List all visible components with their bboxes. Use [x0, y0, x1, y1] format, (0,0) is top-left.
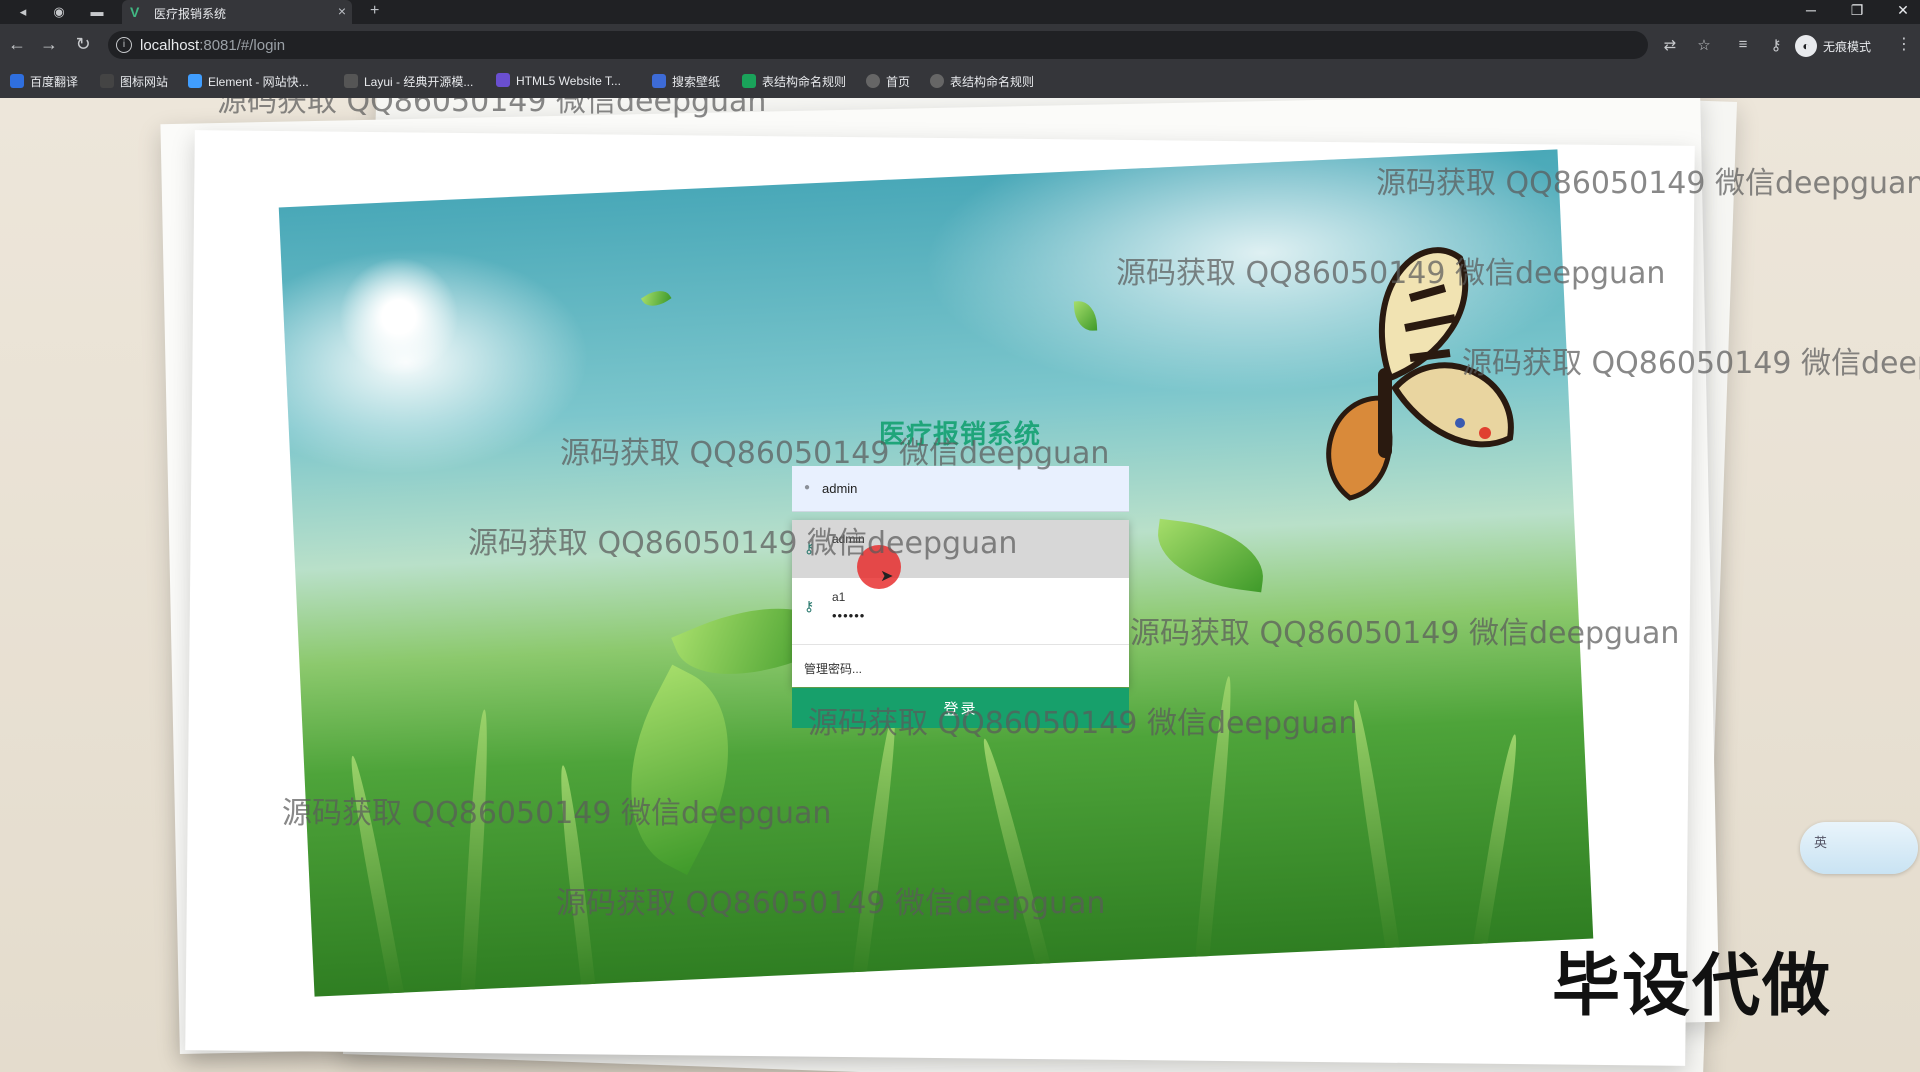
bookmark-item[interactable]: HTML5 Website T...: [496, 73, 621, 91]
back-icon[interactable]: ←: [6, 34, 28, 55]
username-field[interactable]: ●: [792, 466, 1129, 512]
bookmark-item[interactable]: Element - 网站快...: [188, 73, 309, 91]
autofill-username: a1: [832, 590, 846, 604]
corner-overlay-text: 毕设代做: [1552, 947, 1833, 1026]
leaf-decoration: [1152, 518, 1269, 593]
bookmark-label: 表结构命名规则: [950, 75, 1035, 89]
leaf-decoration: [640, 284, 672, 313]
incognito-icon[interactable]: ◐: [1795, 35, 1817, 57]
autofill-password: ••••••: [832, 608, 866, 623]
bookmark-label: 百度翻译: [30, 75, 79, 89]
watermark: 源码获取 QQ86050149 微信deepguan: [217, 98, 767, 119]
url-path: :8081/#/login: [199, 37, 286, 54]
bookmark-label: 图标网站: [120, 75, 169, 89]
watermark: 源码获取 QQ86050149 微信deepguan: [560, 436, 1110, 471]
globe-icon: [866, 74, 880, 88]
bookmark-label: 搜索壁纸: [672, 75, 721, 89]
element-icon: [188, 74, 202, 88]
globe-icon: [930, 74, 944, 88]
grass-blade: [977, 736, 1055, 983]
html5-icon: [496, 73, 510, 87]
speaker-icon[interactable]: ◂: [14, 3, 32, 21]
sun-glow: [336, 254, 462, 380]
grass-blade: [850, 711, 901, 991]
grass-blade: [459, 709, 492, 997]
bookmark-item[interactable]: 搜索壁纸: [652, 73, 720, 91]
watermark: 源码获取 QQ86050149 微信deepguan: [1376, 166, 1920, 201]
window-icon[interactable]: ▬: [88, 3, 106, 21]
ime-language-label: 英: [1814, 835, 1828, 850]
ime-toolbar[interactable]: 英: [1800, 822, 1918, 874]
bookmark-label: 表结构命名规则: [762, 75, 847, 89]
site-info-icon[interactable]: i: [116, 37, 132, 53]
autofill-option-a1[interactable]: ⚷ a1 ••••••: [792, 578, 1129, 636]
vue-favicon-icon: V: [130, 4, 140, 20]
key-icon[interactable]: ⚷: [1766, 36, 1786, 54]
address-url: localhost:8081/#/login: [140, 37, 285, 54]
browser-toolbar: ← → ↻ i localhost:8081/#/login ⇄ ☆ ≡ ⚷ ◐…: [0, 24, 1920, 66]
leaf-decoration: [589, 664, 770, 876]
bookmark-label: 首页: [886, 75, 911, 89]
flag-icon: [100, 74, 114, 88]
reload-icon[interactable]: ↻: [72, 34, 94, 55]
watermark: 源码获取 QQ86050149 微信deepguan: [282, 796, 832, 831]
table-icon: [742, 74, 756, 88]
tab-title: 医疗报销系统: [154, 7, 227, 21]
bookmarks-bar: 百度翻译 图标网站 Element - 网站快... Layui - 经典开源模…: [0, 66, 1920, 99]
new-tab-button[interactable]: +: [370, 2, 379, 20]
translate-icon[interactable]: ⇄: [1660, 36, 1680, 54]
bookmark-label: HTML5 Website T...: [516, 74, 621, 88]
bookmark-item[interactable]: 图标网站: [100, 73, 168, 91]
restore-icon[interactable]: ❐: [1842, 2, 1872, 19]
menu-icon[interactable]: ⋮: [1896, 34, 1912, 54]
watermark: 源码获取 QQ86050149 微信deepguan: [468, 526, 1018, 561]
divider: [792, 644, 1129, 645]
key-icon: ⚷: [804, 598, 815, 614]
incognito-label: 无痕模式: [1823, 40, 1872, 54]
watermark: 源码获取 QQ86050149 微信deepguan: [808, 706, 1358, 741]
minimize-icon[interactable]: ─: [1796, 2, 1826, 18]
browser-tab-active[interactable]: V 医疗报销系统 ×: [122, 0, 352, 24]
browser-tab-strip: ◂ ◉ ▬ V 医疗报销系统 × + ─ ❐ ✕: [0, 0, 1920, 24]
window-close-icon[interactable]: ✕: [1888, 2, 1918, 19]
watermark: 源码获取 QQ86050149 微信deepguan: [1130, 616, 1680, 651]
username-input[interactable]: [820, 476, 1114, 500]
wallpaper-icon: [652, 74, 666, 88]
watermark: 源码获取 QQ86050149 微信deepguan: [1116, 256, 1666, 291]
page-viewport: 医疗报销系统 ● ⚷ admin ⚷ a1 •••••• 管理密码... 登录 …: [0, 98, 1920, 1072]
bookmark-icon: [10, 74, 24, 88]
url-host: localhost: [140, 37, 200, 54]
bookmark-label: Element - 网站快...: [208, 75, 309, 89]
watermark: 源码获取 QQ86050149 微信deepguan: [556, 886, 1106, 921]
chrome-icon[interactable]: ◉: [50, 3, 68, 21]
forward-icon[interactable]: →: [38, 34, 60, 55]
bookmark-item[interactable]: 表结构命名规则: [930, 73, 1034, 91]
mouse-cursor-icon: ➤: [880, 568, 894, 585]
bookmark-star-icon[interactable]: ☆: [1694, 36, 1714, 54]
bookmark-item[interactable]: Layui - 经典开源模...: [344, 73, 473, 91]
bookmark-item[interactable]: 百度翻译: [10, 73, 78, 91]
address-bar[interactable]: i localhost:8081/#/login: [108, 31, 1648, 59]
bookmark-label: Layui - 经典开源模...: [364, 75, 474, 89]
bookmark-item[interactable]: 表结构命名规则: [742, 73, 846, 91]
bookmark-item[interactable]: 首页: [866, 73, 910, 91]
grass-blade: [1470, 733, 1522, 963]
watermark: 源码获取 QQ86050149 微信deep: [1462, 346, 1920, 381]
leaf-decoration: [1073, 300, 1098, 332]
user-icon: ●: [804, 482, 811, 493]
layui-icon: [344, 74, 358, 88]
manage-passwords-link[interactable]: 管理密码...: [804, 660, 862, 677]
reading-list-icon[interactable]: ≡: [1733, 36, 1753, 53]
tab-close-icon[interactable]: ×: [338, 3, 346, 19]
